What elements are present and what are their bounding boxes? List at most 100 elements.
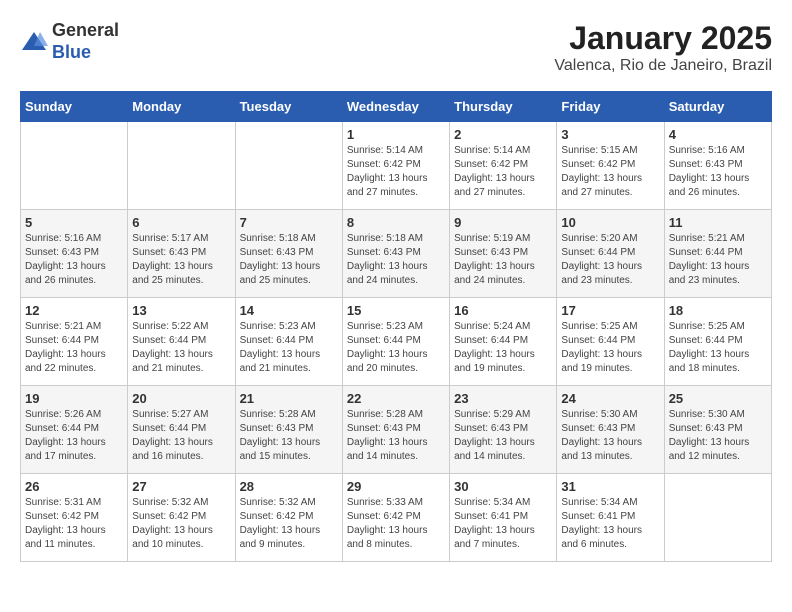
calendar-cell: 29Sunrise: 5:33 AM Sunset: 6:42 PM Dayli…: [342, 474, 449, 562]
weekday-header-tuesday: Tuesday: [235, 92, 342, 122]
calendar-cell: [128, 122, 235, 210]
day-number: 19: [25, 391, 123, 406]
weekday-header-monday: Monday: [128, 92, 235, 122]
day-number: 11: [669, 215, 767, 230]
day-number: 17: [561, 303, 659, 318]
calendar-cell: 25Sunrise: 5:30 AM Sunset: 6:43 PM Dayli…: [664, 386, 771, 474]
day-number: 13: [132, 303, 230, 318]
calendar-title: January 2025: [554, 20, 772, 57]
day-info: Sunrise: 5:26 AM Sunset: 6:44 PM Dayligh…: [25, 408, 123, 464]
calendar-cell: 23 Sunrise: 5:29 AM Sunset: 6:43 PM Dayli…: [450, 386, 557, 474]
day-number: 12: [25, 303, 123, 318]
calendar-cell: 10Sunrise: 5:20 AM Sunset: 6:44 PM Dayli…: [557, 210, 664, 298]
day-number: 26: [25, 479, 123, 494]
calendar-cell: 30Sunrise: 5:34 AM Sunset: 6:41 PM Dayli…: [450, 474, 557, 562]
calendar-cell: 14 Sunrise: 5:23 AM Sunset: 6:44 PM Dayli…: [235, 298, 342, 386]
day-info: Sunrise: 5:19 AM Sunset: 6:43 PM Dayligh…: [454, 232, 552, 288]
calendar-cell: 27 Sunrise: 5:32 AM Sunset: 6:42 PM Dayli…: [128, 474, 235, 562]
logo-blue-text: Blue: [52, 42, 119, 64]
calendar-cell: 17 Sunrise: 5:25 AM Sunset: 6:44 PM Dayli…: [557, 298, 664, 386]
day-info: Sunrise: 5:21 AM Sunset: 6:44 PM Dayligh…: [669, 232, 767, 288]
calendar-cell: 8 Sunrise: 5:18 AM Sunset: 6:43 PM Daylig…: [342, 210, 449, 298]
weekday-header-thursday: Thursday: [450, 92, 557, 122]
calendar-cell: 15 Sunrise: 5:23 AM Sunset: 6:44 PM Dayli…: [342, 298, 449, 386]
calendar-cell: 26Sunrise: 5:31 AM Sunset: 6:42 PM Dayli…: [21, 474, 128, 562]
day-info: Sunrise: 5:16 AM Sunset: 6:43 PM Dayligh…: [669, 144, 767, 200]
calendar-cell: 3 Sunrise: 5:15 AM Sunset: 6:42 PM Daylig…: [557, 122, 664, 210]
day-number: 7: [240, 215, 338, 230]
calendar-cell: 21Sunrise: 5:28 AM Sunset: 6:43 PM Dayli…: [235, 386, 342, 474]
calendar-cell: 4 Sunrise: 5:16 AM Sunset: 6:43 PM Daylig…: [664, 122, 771, 210]
weekday-header-sunday: Sunday: [21, 92, 128, 122]
day-info: Sunrise: 5:25 AM Sunset: 6:44 PM Dayligh…: [669, 320, 767, 376]
day-number: 9: [454, 215, 552, 230]
calendar-cell: 18Sunrise: 5:25 AM Sunset: 6:44 PM Dayli…: [664, 298, 771, 386]
calendar-subtitle: Valenca, Rio de Janeiro, Brazil: [554, 57, 772, 75]
day-info: Sunrise: 5:25 AM Sunset: 6:44 PM Dayligh…: [561, 320, 659, 376]
day-info: Sunrise: 5:18 AM Sunset: 6:43 PM Dayligh…: [347, 232, 445, 288]
calendar-cell: 19 Sunrise: 5:26 AM Sunset: 6:44 PM Dayli…: [21, 386, 128, 474]
day-info: Sunrise: 5:14 AM Sunset: 6:42 PM Dayligh…: [454, 144, 552, 200]
day-info: Sunrise: 5:23 AM Sunset: 6:44 PM Dayligh…: [347, 320, 445, 376]
calendar-cell: 20 Sunrise: 5:27 AM Sunset: 6:44 PM Dayli…: [128, 386, 235, 474]
day-info: Sunrise: 5:28 AM Sunset: 6:43 PM Dayligh…: [347, 408, 445, 464]
day-number: 21: [240, 391, 338, 406]
week-row-2: 5Sunrise: 5:16 AM Sunset: 6:43 PM Daylig…: [21, 210, 772, 298]
day-info: Sunrise: 5:24 AM Sunset: 6:44 PM Dayligh…: [454, 320, 552, 376]
day-number: 4: [669, 127, 767, 142]
title-block: January 2025 Valenca, Rio de Janeiro, Br…: [554, 20, 772, 75]
day-number: 31: [561, 479, 659, 494]
day-number: 27: [132, 479, 230, 494]
calendar-cell: [664, 474, 771, 562]
calendar-table: SundayMondayTuesdayWednesdayThursdayFrid…: [20, 91, 772, 562]
week-row-5: 26Sunrise: 5:31 AM Sunset: 6:42 PM Dayli…: [21, 474, 772, 562]
day-info: Sunrise: 5:27 AM Sunset: 6:44 PM Dayligh…: [132, 408, 230, 464]
day-info: Sunrise: 5:22 AM Sunset: 6:44 PM Dayligh…: [132, 320, 230, 376]
day-number: 20: [132, 391, 230, 406]
page-header: General Blue January 2025 Valenca, Rio d…: [20, 20, 772, 75]
calendar-cell: 7 Sunrise: 5:18 AM Sunset: 6:43 PM Daylig…: [235, 210, 342, 298]
day-info: Sunrise: 5:14 AM Sunset: 6:42 PM Dayligh…: [347, 144, 445, 200]
day-number: 2: [454, 127, 552, 142]
calendar-cell: 13 Sunrise: 5:22 AM Sunset: 6:44 PM Dayli…: [128, 298, 235, 386]
calendar-cell: [21, 122, 128, 210]
day-info: Sunrise: 5:34 AM Sunset: 6:41 PM Dayligh…: [561, 496, 659, 552]
day-number: 29: [347, 479, 445, 494]
weekday-header-saturday: Saturday: [664, 92, 771, 122]
day-number: 25: [669, 391, 767, 406]
logo: General Blue: [20, 20, 119, 63]
logo-general-text: General: [52, 20, 119, 42]
calendar-cell: 9 Sunrise: 5:19 AM Sunset: 6:43 PM Daylig…: [450, 210, 557, 298]
day-number: 8: [347, 215, 445, 230]
day-info: Sunrise: 5:32 AM Sunset: 6:42 PM Dayligh…: [240, 496, 338, 552]
calendar-cell: 11 Sunrise: 5:21 AM Sunset: 6:44 PM Dayli…: [664, 210, 771, 298]
day-info: Sunrise: 5:20 AM Sunset: 6:44 PM Dayligh…: [561, 232, 659, 288]
logo-icon: [20, 30, 48, 54]
day-number: 16: [454, 303, 552, 318]
day-info: Sunrise: 5:21 AM Sunset: 6:44 PM Dayligh…: [25, 320, 123, 376]
calendar-body: 1Sunrise: 5:14 AM Sunset: 6:42 PM Daylig…: [21, 122, 772, 562]
day-number: 3: [561, 127, 659, 142]
calendar-cell: 6Sunrise: 5:17 AM Sunset: 6:43 PM Daylig…: [128, 210, 235, 298]
day-info: Sunrise: 5:15 AM Sunset: 6:42 PM Dayligh…: [561, 144, 659, 200]
day-number: 23: [454, 391, 552, 406]
day-info: Sunrise: 5:30 AM Sunset: 6:43 PM Dayligh…: [561, 408, 659, 464]
day-info: Sunrise: 5:17 AM Sunset: 6:43 PM Dayligh…: [132, 232, 230, 288]
day-info: Sunrise: 5:23 AM Sunset: 6:44 PM Dayligh…: [240, 320, 338, 376]
day-info: Sunrise: 5:34 AM Sunset: 6:41 PM Dayligh…: [454, 496, 552, 552]
day-number: 15: [347, 303, 445, 318]
day-number: 28: [240, 479, 338, 494]
day-info: Sunrise: 5:29 AM Sunset: 6:43 PM Dayligh…: [454, 408, 552, 464]
day-number: 14: [240, 303, 338, 318]
day-number: 22: [347, 391, 445, 406]
calendar-cell: 2 Sunrise: 5:14 AM Sunset: 6:42 PM Daylig…: [450, 122, 557, 210]
day-number: 5: [25, 215, 123, 230]
day-info: Sunrise: 5:18 AM Sunset: 6:43 PM Dayligh…: [240, 232, 338, 288]
calendar-cell: 16 Sunrise: 5:24 AM Sunset: 6:44 PM Dayli…: [450, 298, 557, 386]
weekday-header-friday: Friday: [557, 92, 664, 122]
calendar-cell: [235, 122, 342, 210]
calendar-cell: 5Sunrise: 5:16 AM Sunset: 6:43 PM Daylig…: [21, 210, 128, 298]
calendar-cell: 1Sunrise: 5:14 AM Sunset: 6:42 PM Daylig…: [342, 122, 449, 210]
day-number: 24: [561, 391, 659, 406]
day-info: Sunrise: 5:32 AM Sunset: 6:42 PM Dayligh…: [132, 496, 230, 552]
